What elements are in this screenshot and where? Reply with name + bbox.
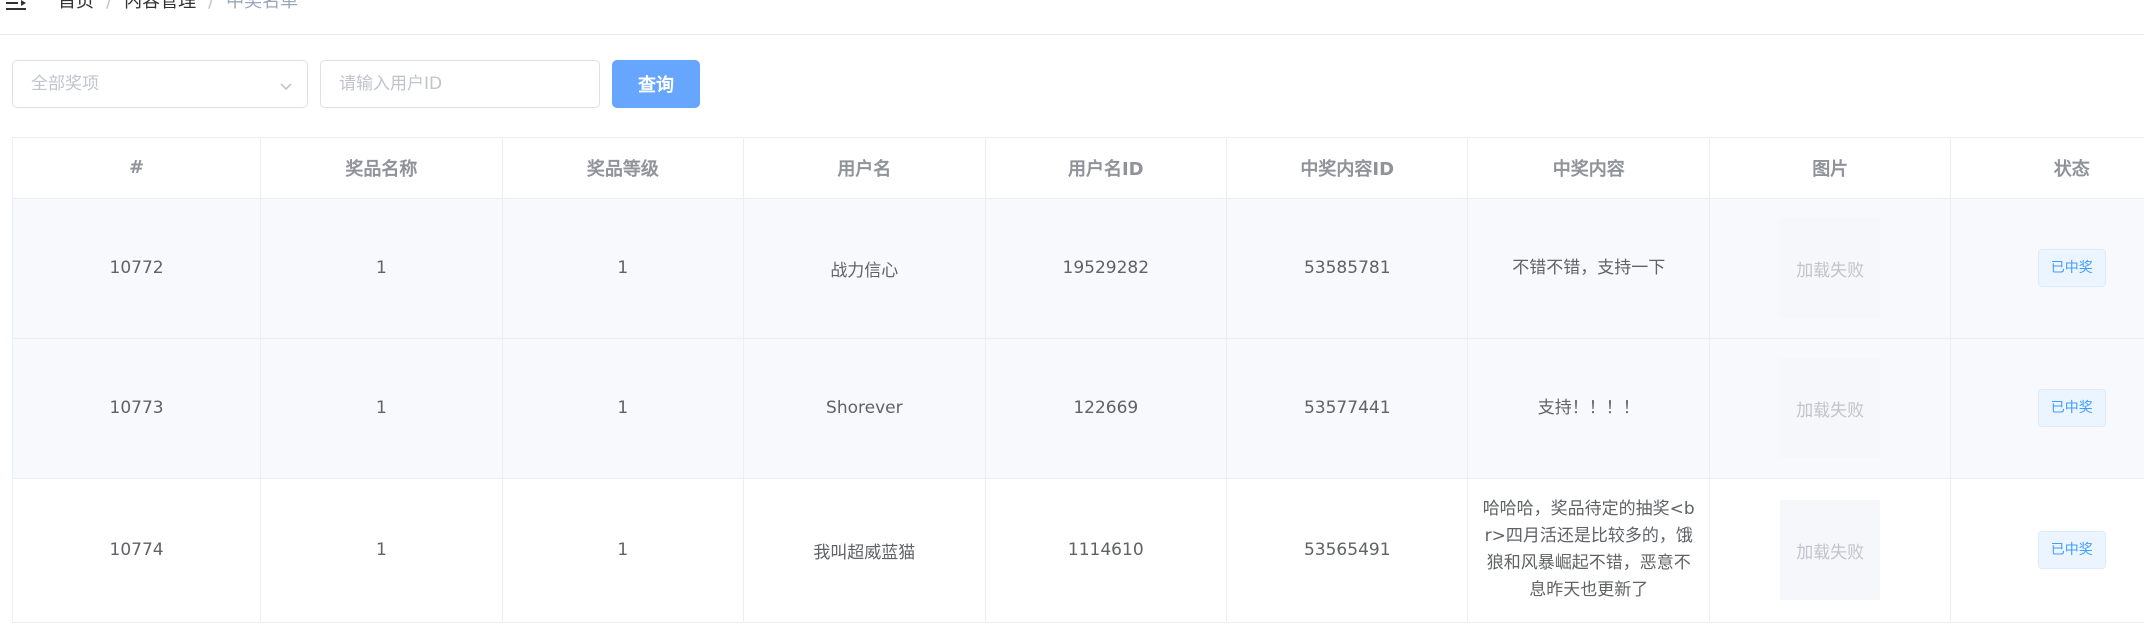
cell-content-id: 53585781 <box>1226 198 1469 339</box>
cell-content: 支持！！！！ <box>1467 338 1710 479</box>
cell-prize-level: 1 <box>502 198 745 339</box>
table-row: 10773 1 1 Shorever 122669 53577441 支持！！！… <box>13 338 2144 479</box>
breadcrumb-separator: / <box>208 0 215 12</box>
cell-id: 10772 <box>13 198 262 339</box>
breadcrumb-separator: / <box>106 0 113 12</box>
column-header-content: 中奖内容 <box>1467 138 1710 199</box>
cell-user-id: 19529282 <box>985 198 1228 339</box>
prize-select-placeholder: 全部奖项 <box>31 74 99 94</box>
cell-status: 已中奖 <box>1950 478 2144 623</box>
column-header-index: # <box>13 138 262 199</box>
cell-image: 加载失败 <box>1709 478 1952 623</box>
user-id-input[interactable] <box>320 60 600 108</box>
cell-user-id: 1114610 <box>985 478 1228 623</box>
column-header-username: 用户名 <box>743 138 986 199</box>
breadcrumb: 首页 / 内容管理 / 中奖名单 <box>58 0 298 12</box>
table-row: 10774 1 1 我叫超威蓝猫 1114610 53565491 哈哈哈，奖品… <box>13 478 2144 623</box>
cell-prize-name: 1 <box>260 478 503 623</box>
cell-id: 10774 <box>13 478 262 623</box>
column-header-image: 图片 <box>1709 138 1952 199</box>
cell-username: Shorever <box>743 338 986 479</box>
chevron-down-icon <box>279 78 293 92</box>
prize-select[interactable]: 全部奖项 <box>12 60 308 108</box>
status-badge: 已中奖 <box>2037 389 2106 427</box>
column-header-prize-level: 奖品等级 <box>502 138 745 199</box>
column-header-prize-name: 奖品名称 <box>260 138 503 199</box>
breadcrumb-item-content-management[interactable]: 内容管理 <box>124 0 196 12</box>
cell-prize-level: 1 <box>502 338 745 479</box>
winner-list-page: 首页 / 内容管理 / 中奖名单 全部奖项 查询 <box>0 0 2144 625</box>
cell-username: 战力信心 <box>743 198 986 339</box>
cell-id: 10773 <box>13 338 262 479</box>
column-header-content-id: 中奖内容ID <box>1226 138 1469 199</box>
filter-bar: 全部奖项 查询 <box>12 59 700 109</box>
cell-prize-name: 1 <box>260 198 503 339</box>
cell-prize-name: 1 <box>260 338 503 479</box>
cell-prize-level: 1 <box>502 478 745 623</box>
cell-content-id: 53577441 <box>1226 338 1469 479</box>
top-bar: 首页 / 内容管理 / 中奖名单 <box>0 0 2144 35</box>
query-button[interactable]: 查询 <box>612 60 700 108</box>
status-badge: 已中奖 <box>2037 249 2106 287</box>
table-header-row: # 奖品名称 奖品等级 用户名 用户名ID 中奖内容ID 中奖内容 图片 状态 <box>13 138 2144 199</box>
column-header-status: 状态 <box>1950 138 2144 199</box>
table-row: 10772 1 1 战力信心 19529282 53585781 不错不错，支持… <box>13 198 2144 339</box>
cell-content-id: 53565491 <box>1226 478 1469 623</box>
cell-image: 加载失败 <box>1709 338 1952 479</box>
image-load-failed[interactable]: 加载失败 <box>1780 358 1881 458</box>
cell-status: 已中奖 <box>1950 198 2144 339</box>
winner-table: # 奖品名称 奖品等级 用户名 用户名ID 中奖内容ID 中奖内容 图片 状态 … <box>12 137 2144 623</box>
cell-username: 我叫超威蓝猫 <box>743 478 986 623</box>
image-load-failed[interactable]: 加载失败 <box>1780 500 1881 600</box>
cell-image: 加载失败 <box>1709 198 1952 339</box>
cell-user-id: 122669 <box>985 338 1228 479</box>
image-load-failed[interactable]: 加载失败 <box>1780 218 1881 318</box>
cell-content: 哈哈哈，奖品待定的抽奖<br>四月活还是比较多的，饿狼和风暴崛起不错，恶意不息昨… <box>1467 478 1710 623</box>
breadcrumb-item-current: 中奖名单 <box>226 0 299 12</box>
hamburger-icon[interactable] <box>6 0 28 10</box>
status-badge: 已中奖 <box>2037 531 2106 569</box>
breadcrumb-item-home[interactable]: 首页 <box>58 0 94 12</box>
cell-status: 已中奖 <box>1950 338 2144 479</box>
column-header-user-id: 用户名ID <box>985 138 1228 199</box>
cell-content: 不错不错，支持一下 <box>1467 198 1710 339</box>
